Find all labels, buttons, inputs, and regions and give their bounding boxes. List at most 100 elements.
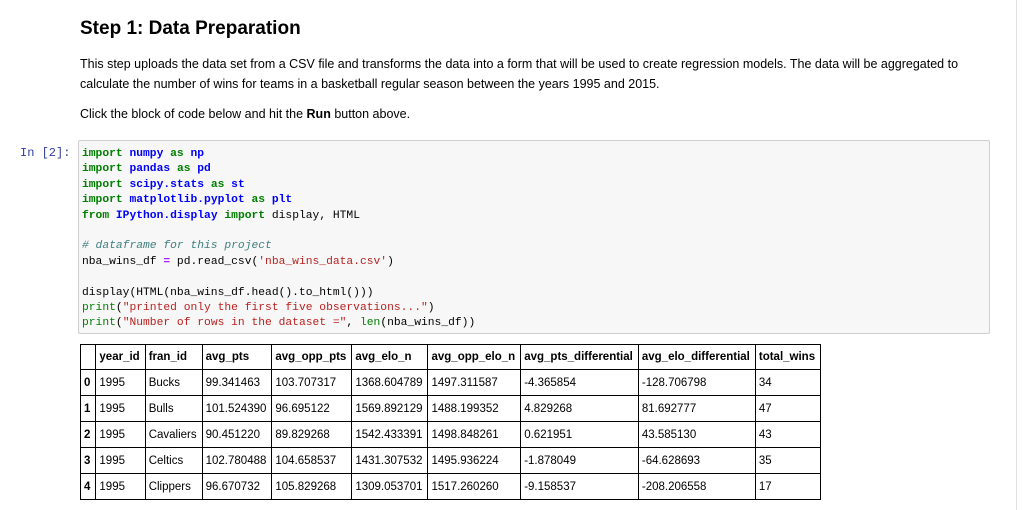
code-token: ) xyxy=(387,255,394,268)
dataframe-table: year_id fran_id avg_pts avg_opp_pts avg_… xyxy=(79,344,822,500)
table-row: 3 1995 Celtics 102.780488 104.658537 143… xyxy=(79,447,822,474)
table-row: 1 1995 Bulls 101.524390 96.695122 1569.8… xyxy=(79,395,822,422)
column-header: avg_opp_elo_n xyxy=(427,344,522,370)
code-token: import xyxy=(82,163,123,176)
code-token: import xyxy=(82,194,123,207)
code-token: matplotlib.pyplot xyxy=(129,194,245,207)
table-cell: 34 xyxy=(754,369,822,396)
code-token: IPython.display xyxy=(115,209,218,222)
table-cell: 1497.311587 xyxy=(427,369,522,396)
table-cell: -128.706798 xyxy=(637,369,756,396)
instruction-text: Click the block of code below and hit th… xyxy=(80,107,307,121)
code-token: np xyxy=(190,148,205,160)
code-token: from xyxy=(82,209,110,222)
row-index: 3 xyxy=(79,447,97,474)
column-header: year_id xyxy=(95,344,146,370)
section-heading: Step 1: Data Preparation xyxy=(80,18,301,39)
table-cell: 105.829268 xyxy=(271,473,353,500)
column-header: fran_id xyxy=(144,344,203,370)
markdown-cell[interactable]: Step 1: Data Preparation This step uploa… xyxy=(80,18,990,124)
code-token: plt xyxy=(271,194,293,207)
table-cell: 1368.604789 xyxy=(351,369,429,396)
table-cell: 1995 xyxy=(95,421,146,448)
code-token: scipy.stats xyxy=(129,178,205,191)
table-cell: 89.829268 xyxy=(271,421,353,448)
table-cell: 1488.199352 xyxy=(427,395,522,422)
column-header: avg_pts xyxy=(201,344,273,370)
table-cell: -1.878049 xyxy=(520,447,639,474)
table-cell: -9.158537 xyxy=(520,473,639,500)
table-cell: 17 xyxy=(754,473,822,500)
code-token: import xyxy=(82,148,123,160)
code-token: display(HTML(nba_wins_df.head().to_html(… xyxy=(82,286,374,299)
table-cell: 1309.053701 xyxy=(351,473,429,500)
table-cell: -208.206558 xyxy=(637,473,756,500)
column-header: avg_opp_pts xyxy=(271,344,353,370)
table-row: 4 1995 Clippers 96.670732 105.829268 130… xyxy=(79,473,822,500)
code-token: , xyxy=(346,317,360,330)
column-header xyxy=(79,344,97,370)
code-token: print xyxy=(82,317,116,330)
table-cell: Clippers xyxy=(144,473,203,500)
table-header-row: year_id fran_id avg_pts avg_opp_pts avg_… xyxy=(79,344,822,370)
code-token: as xyxy=(170,148,184,160)
table-cell: Celtics xyxy=(144,447,203,474)
table-cell: 1498.848261 xyxy=(427,421,522,448)
table-cell: 43.585130 xyxy=(637,421,756,448)
code-token: ( xyxy=(115,317,123,330)
code-comment: # dataframe for this project xyxy=(82,240,272,253)
description-paragraph: This step uploads the data set from a CS… xyxy=(80,57,959,91)
code-token: pandas xyxy=(129,163,171,176)
table-cell: 1995 xyxy=(95,369,146,396)
row-index: 1 xyxy=(79,395,97,422)
table-cell: 35 xyxy=(754,447,822,474)
table-cell: -4.365854 xyxy=(520,369,639,396)
table-cell: 90.451220 xyxy=(201,421,273,448)
table-cell: 81.692777 xyxy=(637,395,756,422)
table-cell: 1995 xyxy=(95,473,146,500)
code-block[interactable]: import numpy as np import pandas as pd i… xyxy=(79,141,989,332)
table-cell: 96.670732 xyxy=(201,473,273,500)
table-cell: -64.628693 xyxy=(637,447,756,474)
code-token: as xyxy=(176,163,191,176)
table-cell: 1431.307532 xyxy=(351,447,429,474)
code-token: numpy xyxy=(129,148,164,160)
code-token: pd.read_csv( xyxy=(170,255,259,268)
table-cell: Cavaliers xyxy=(144,421,203,448)
table-cell: 99.341463 xyxy=(201,369,273,396)
column-header: avg_elo_differential xyxy=(637,344,756,370)
code-token: import xyxy=(224,209,266,222)
code-string: 'nba_wins_data.csv' xyxy=(258,255,388,268)
code-token: st xyxy=(231,178,245,191)
instruction-paragraph: Click the block of code below and hit th… xyxy=(80,104,990,124)
code-token: pd xyxy=(197,163,211,176)
table-row: 0 1995 Bucks 99.341463 103.707317 1368.6… xyxy=(79,369,822,396)
input-prompt: In [2]: xyxy=(20,146,71,160)
table-cell: 1995 xyxy=(95,395,146,422)
table-cell: 0.621951 xyxy=(520,421,639,448)
table-cell: 96.695122 xyxy=(271,395,353,422)
code-token: nba_wins_df xyxy=(82,255,164,268)
table-cell: 1495.936224 xyxy=(427,447,522,474)
run-keyword: Run xyxy=(306,107,331,121)
code-cell-editor[interactable]: import numpy as np import pandas as pd i… xyxy=(78,140,990,334)
row-index: 0 xyxy=(79,369,97,396)
instruction-text-end: button above. xyxy=(330,107,411,121)
table-cell: 43 xyxy=(754,421,822,448)
code-token: as xyxy=(251,194,266,207)
code-string: "printed only the first five observation… xyxy=(122,302,428,315)
output-area: year_id fran_id avg_pts avg_opp_pts avg_… xyxy=(79,344,822,500)
table-cell: 101.524390 xyxy=(201,395,273,422)
code-token: print xyxy=(82,302,116,315)
row-index: 2 xyxy=(79,421,97,448)
table-cell: 4.829268 xyxy=(520,395,639,422)
code-string: "Number of rows in the dataset =" xyxy=(122,317,347,330)
table-cell: Bucks xyxy=(144,369,203,396)
code-token: ) xyxy=(427,302,435,315)
table-cell: 103.707317 xyxy=(271,369,353,396)
column-header: avg_pts_differential xyxy=(520,344,639,370)
notebook-right-border xyxy=(1016,0,1017,510)
column-header: avg_elo_n xyxy=(351,344,429,370)
table-cell: 104.658537 xyxy=(271,447,353,474)
code-token: ( xyxy=(115,302,123,315)
